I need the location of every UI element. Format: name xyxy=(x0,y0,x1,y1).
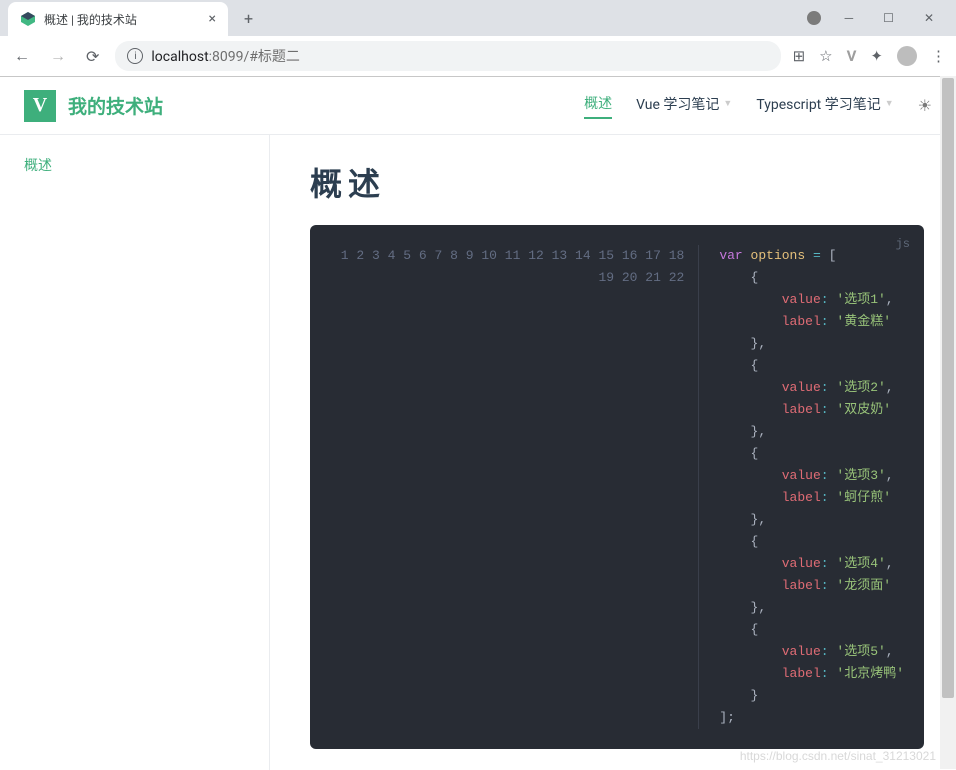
reload-button[interactable]: ⟳ xyxy=(82,43,103,70)
tab-title: 概述 | 我的技术站 xyxy=(44,11,137,28)
extension-icons: ⊞ ☆ V ✦ ⋮ xyxy=(793,46,946,66)
address-field[interactable]: i localhost:8099/#标题二 xyxy=(115,41,780,71)
maximize-icon[interactable]: ☐ xyxy=(877,5,900,31)
sidebar: 概述 xyxy=(0,135,270,770)
menu-icon[interactable]: ⋮ xyxy=(931,47,946,65)
site-logo-icon[interactable] xyxy=(24,90,56,122)
page: 我的技术站 概述 Vue 学习笔记▼ Typescript 学习笔记▼ ☀ 概述… xyxy=(0,77,956,770)
tab-bar: 概述 | 我的技术站 × + ─ ☐ ✕ xyxy=(0,0,956,36)
nav-links: 概述 Vue 学习笔记▼ Typescript 学习笔记▼ ☀ xyxy=(584,93,932,119)
page-body: 概述 概述 js 1 2 3 4 5 6 7 8 9 10 11 12 13 1… xyxy=(0,135,956,770)
line-gutter: 1 2 3 4 5 6 7 8 9 10 11 12 13 14 15 16 1… xyxy=(310,245,699,729)
main-content: 概述 js 1 2 3 4 5 6 7 8 9 10 11 12 13 14 1… xyxy=(270,135,956,770)
account-dot-icon[interactable] xyxy=(807,11,821,25)
new-tab-button[interactable]: + xyxy=(236,5,261,32)
minimize-icon[interactable]: ─ xyxy=(839,5,860,31)
code-block: js 1 2 3 4 5 6 7 8 9 10 11 12 13 14 15 1… xyxy=(310,225,924,749)
scrollbar-thumb[interactable] xyxy=(942,78,954,698)
close-window-icon[interactable]: ✕ xyxy=(918,5,940,31)
window-controls: ─ ☐ ✕ xyxy=(807,5,948,31)
site-name[interactable]: 我的技术站 xyxy=(68,92,163,119)
nav-link-vue-notes[interactable]: Vue 学习笔记▼ xyxy=(636,94,732,118)
address-bar-row: ← → ⟳ i localhost:8099/#标题二 ⊞ ☆ V ✦ ⋮ xyxy=(0,36,956,76)
code-content[interactable]: var options = [ { value: '选项1', label: '… xyxy=(699,245,924,729)
browser-tab[interactable]: 概述 | 我的技术站 × xyxy=(8,2,228,36)
site-info-icon[interactable]: i xyxy=(127,48,143,64)
url-text: localhost:8099/#标题二 xyxy=(151,46,300,66)
profile-avatar[interactable] xyxy=(897,46,917,66)
browser-chrome: 概述 | 我的技术站 × + ─ ☐ ✕ ← → ⟳ i localhost:8… xyxy=(0,0,956,77)
chevron-down-icon: ▼ xyxy=(723,98,732,109)
close-tab-icon[interactable]: × xyxy=(209,11,216,27)
code-lang-tag: js xyxy=(896,233,910,255)
back-button[interactable]: ← xyxy=(10,42,34,70)
translate-icon[interactable]: ⊞ xyxy=(793,47,806,65)
site-navbar: 我的技术站 概述 Vue 学习笔记▼ Typescript 学习笔记▼ ☀ xyxy=(0,77,956,135)
sidebar-item-overview[interactable]: 概述 xyxy=(24,155,245,175)
forward-button[interactable]: → xyxy=(46,42,70,70)
nav-link-overview[interactable]: 概述 xyxy=(584,93,612,119)
chevron-down-icon: ▼ xyxy=(885,98,894,109)
page-heading: 概述 xyxy=(310,159,924,205)
vue-ext-icon[interactable]: V xyxy=(847,47,857,65)
extensions-icon[interactable]: ✦ xyxy=(870,47,883,65)
bookmark-icon[interactable]: ☆ xyxy=(819,47,832,65)
nav-link-ts-notes[interactable]: Typescript 学习笔记▼ xyxy=(756,94,893,118)
favicon-icon xyxy=(20,11,36,27)
watermark: https://blog.csdn.net/sinat_31213021 xyxy=(740,749,936,763)
theme-toggle-icon[interactable]: ☀ xyxy=(918,96,932,115)
vertical-scrollbar[interactable] xyxy=(940,76,956,769)
